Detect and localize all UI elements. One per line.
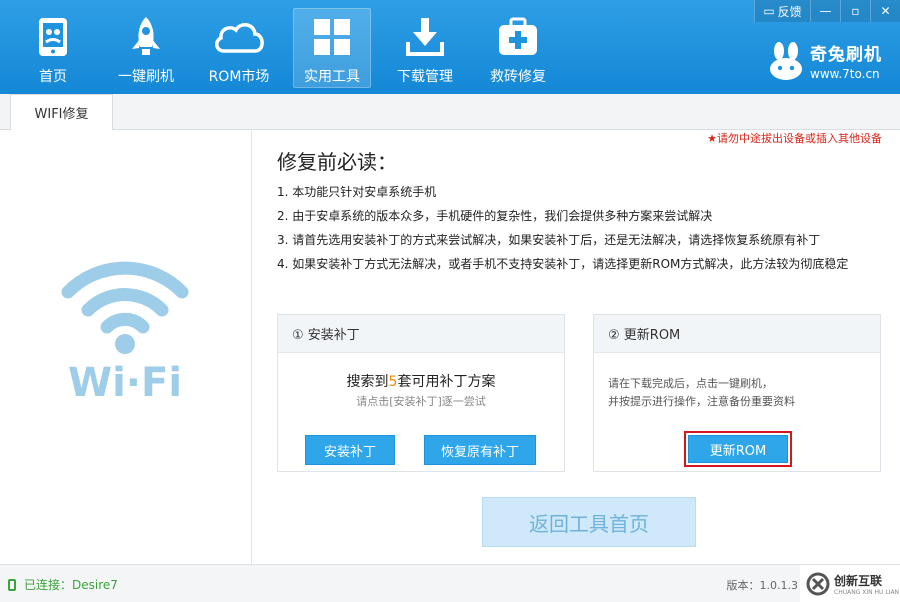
patch-found-text: 搜索到5套可用补丁方案 — [278, 371, 564, 391]
note-item: 1. 本功能只针对安卓系统手机 — [277, 185, 437, 199]
wifi-logo-icon: Wi·Fi — [61, 261, 189, 400]
window-controls: ▭ 反馈 — ▫ ✕ — [754, 0, 900, 22]
phone-home-icon — [26, 14, 80, 60]
note-item: 4. 如果安装补丁方式无法解决，或者手机不支持安装补丁，请选择更新ROM方式解决… — [277, 257, 849, 271]
rom-card-heading: ② 更新ROM — [594, 315, 880, 353]
nav-utility-tools[interactable]: 实用工具 — [293, 8, 371, 88]
feedback-label: 反馈 — [777, 4, 802, 19]
nav-download-manager-label: 下载管理 — [397, 69, 453, 85]
status-bar: 已连接：Desire7 版本：1.0.1.3 创新互联 CHUANG XIN H… — [0, 564, 900, 602]
found-suffix: 套可用补丁方案 — [397, 374, 496, 390]
rom-line-2: 并按提示进行操作，注意备份重要资料 — [608, 395, 795, 408]
grid-icon — [305, 14, 359, 60]
nav-home-label: 首页 — [39, 69, 67, 85]
patch-hint: 请点击[安装补丁]逐一尝试 — [356, 395, 486, 408]
found-prefix: 搜索到 — [346, 374, 389, 390]
nav-one-click-flash-label: 一键刷机 — [118, 69, 174, 85]
rom-instructions: 请在下载完成后，点击一键刷机， 并按提示进行操作，注意备份重要资料 — [608, 375, 795, 411]
top-header: 首页 一键刷机 ROM市场 实用工具 下载管理 救砖修复 ▭ 反馈 — ▫ ✕ … — [0, 0, 900, 94]
chat-icon: ▭ — [763, 4, 775, 18]
watermark-sub: CHUANG XIN HU LIAN — [834, 589, 900, 596]
main-nav: 首页 一键刷机 ROM市场 实用工具 下载管理 救砖修复 — [14, 8, 572, 88]
nav-utility-tools-label: 实用工具 — [304, 69, 360, 85]
watermark-logo-icon — [806, 572, 830, 596]
update-rom-button[interactable]: 更新ROM — [688, 435, 788, 463]
note-item: 2. 由于安卓系统的版本众多，手机硬件的复杂性，我们会提供多种方案来尝试解决 — [277, 209, 713, 223]
nav-one-click-flash[interactable]: 一键刷机 — [107, 8, 185, 88]
feedback-button[interactable]: ▭ 反馈 — [754, 0, 810, 22]
watermark-name: 创新互联 — [834, 574, 883, 588]
close-button[interactable]: ✕ — [870, 0, 900, 22]
brand-url: www.7to.cn — [810, 67, 880, 81]
wifi-logo-text: Wi·Fi — [68, 360, 182, 400]
restore-patch-button[interactable]: 恢复原有补丁 — [424, 435, 536, 465]
nav-rom-market-label: ROM市场 — [208, 69, 270, 85]
note-item: 3. 请首先选用安装补丁的方式来尝试解决，如果安装补丁后，还是无法解决，请选择恢… — [277, 233, 821, 247]
watermark: 创新互联 CHUANG XIN HU LIAN — [800, 565, 900, 602]
patch-card: ① 安装补丁 搜索到5套可用补丁方案 请点击[安装补丁]逐一尝试 安装补丁 恢复… — [277, 314, 565, 472]
rabbit-logo-icon — [770, 41, 802, 80]
connection-label: 已连接：Desire7 — [24, 578, 118, 592]
phone-icon — [8, 578, 16, 591]
nav-brick-repair[interactable]: 救砖修复 — [479, 8, 557, 88]
brand-logo: 奇兔刷机 www.7to.cn — [768, 40, 882, 81]
nav-rom-market[interactable]: ROM市场 — [200, 8, 278, 88]
version-label: 版本：1.0.1.3 — [726, 579, 798, 592]
rocket-icon — [119, 14, 173, 60]
rom-card: ② 更新ROM 请在下载完成后，点击一键刷机， 并按提示进行操作，注意备份重要资… — [593, 314, 881, 472]
left-panel: Wi·Fi — [0, 130, 252, 564]
minimize-button[interactable]: — — [810, 0, 840, 22]
maximize-button[interactable]: ▫ — [840, 0, 870, 22]
nav-home[interactable]: 首页 — [14, 8, 92, 88]
download-icon — [398, 14, 452, 60]
install-patch-button[interactable]: 安装补丁 — [305, 435, 395, 465]
brand-name: 奇兔刷机 — [810, 45, 882, 65]
nav-brick-repair-label: 救砖修复 — [490, 69, 546, 85]
first-aid-kit-icon — [491, 14, 545, 60]
rom-line-1: 请在下载完成后，点击一键刷机， — [608, 377, 773, 390]
patch-card-heading: ① 安装补丁 — [278, 315, 564, 353]
return-home-button[interactable]: 返回工具首页 — [482, 497, 696, 547]
page-title: 修复前必读： — [277, 150, 397, 174]
notes-list: 1. 本功能只针对安卓系统手机 2. 由于安卓系统的版本众多，手机硬件的复杂性，… — [277, 180, 882, 276]
tab-strip: WIFI修复 — [0, 94, 900, 130]
nav-download-manager[interactable]: 下载管理 — [386, 8, 464, 88]
cloud-icon — [212, 14, 266, 60]
tab-wifi-repair[interactable]: WIFI修复 — [10, 94, 113, 130]
warning-text: ★请勿中途拔出设备或插入其他设备 — [707, 132, 882, 145]
connection-status: 已连接：Desire7 — [8, 576, 118, 593]
rom-button-highlight: 更新ROM — [684, 431, 792, 467]
